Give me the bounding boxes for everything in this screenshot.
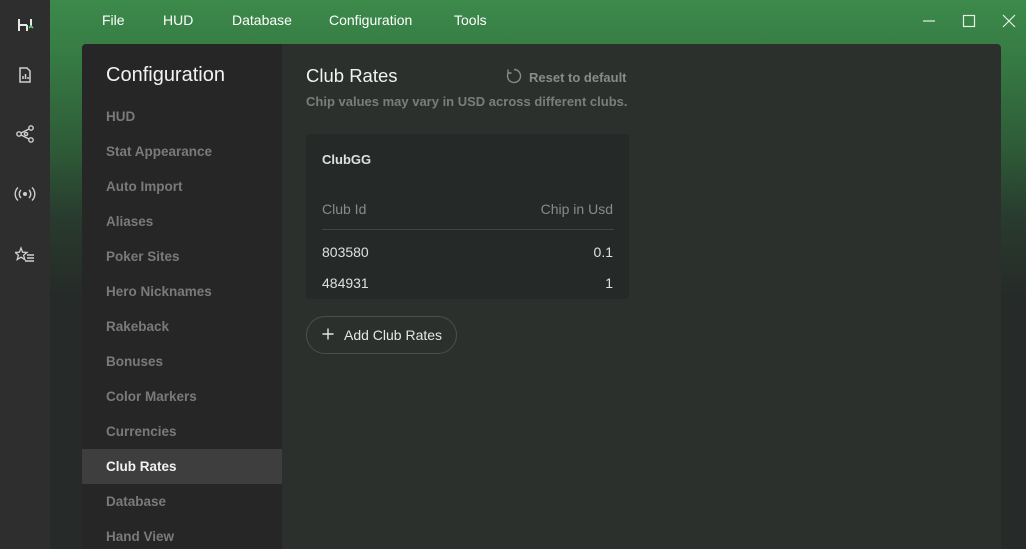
menu-configuration[interactable]: Configuration	[329, 12, 412, 28]
add-club-rates-button[interactable]: Add Club Rates	[306, 316, 457, 354]
sidebar-item-label: Rakeback	[106, 319, 170, 334]
card-title: ClubGG	[322, 152, 372, 167]
menu-file[interactable]: File	[102, 12, 125, 28]
sidebar-item-hud[interactable]: HUD	[82, 99, 282, 134]
page-subtitle: Chip values may vary in USD across diffe…	[306, 94, 628, 109]
club-rates-card: ClubGG Club Id Chip in Usd 803580 0.1 48…	[306, 134, 629, 299]
add-club-rates-label: Add Club Rates	[344, 327, 443, 343]
menu-tools[interactable]: Tools	[454, 12, 487, 28]
reset-icon	[506, 68, 522, 87]
sidebar-title: Configuration	[106, 64, 225, 86]
star-list-icon[interactable]	[10, 240, 40, 270]
sidebar-item-hero-nicknames[interactable]: Hero Nicknames	[82, 274, 282, 309]
sidebar-item-label: Currencies	[106, 424, 177, 439]
sidebar-item-label: Hero Nicknames	[106, 284, 212, 299]
column-header-chip-in-usd: Chip in Usd	[540, 201, 613, 217]
sidebar-item-auto-import[interactable]: Auto Import	[82, 169, 282, 204]
menu-bar: File HUD Database Configuration Tools	[50, 0, 1026, 42]
chip-in-usd-cell: 1	[605, 275, 613, 291]
sidebar-item-label: Hand View	[106, 529, 175, 544]
sidebar-item-label: Stat Appearance	[106, 144, 213, 159]
sidebar-item-rakeback[interactable]: Rakeback	[82, 309, 282, 344]
maximize-icon[interactable]	[958, 10, 980, 32]
icon-rail	[0, 0, 50, 549]
sidebar-item-label: Database	[106, 494, 167, 509]
sidebar-item-label: Auto Import	[106, 179, 183, 194]
sidebar-item-database[interactable]: Database	[82, 484, 282, 519]
sidebar-item-currencies[interactable]: Currencies	[82, 414, 282, 449]
reset-label: Reset to default	[529, 69, 627, 85]
sidebar-item-label: HUD	[106, 109, 136, 124]
sidebar-item-label: Aliases	[106, 214, 154, 229]
plus-icon	[322, 327, 334, 343]
club-id-cell: 803580	[322, 244, 369, 260]
sidebar-item-color-markers[interactable]: Color Markers	[82, 379, 282, 414]
sidebar-item-label: Club Rates	[106, 459, 177, 474]
sidebar-item-club-rates[interactable]: Club Rates	[82, 449, 282, 484]
reset-to-default-button[interactable]: Reset to default	[506, 68, 627, 86]
sidebar-item-stat-appearance[interactable]: Stat Appearance	[82, 134, 282, 169]
sidebar-item-label: Bonuses	[106, 354, 164, 369]
broadcast-icon[interactable]	[10, 179, 40, 209]
club-id-cell: 484931	[322, 275, 369, 291]
configuration-panel: Configuration HUD Stat Appearance Auto I…	[82, 44, 1001, 549]
page-title: Club Rates	[306, 65, 398, 86]
table-divider	[322, 229, 614, 230]
sidebar-item-label: Color Markers	[106, 389, 197, 404]
report-icon[interactable]	[10, 60, 40, 90]
config-sidebar: Configuration HUD Stat Appearance Auto I…	[82, 44, 282, 549]
sidebar-item-label: Poker Sites	[106, 249, 180, 264]
minimize-icon[interactable]	[918, 10, 940, 32]
chip-in-usd-cell: 0.1	[593, 244, 613, 260]
menu-database[interactable]: Database	[232, 12, 292, 28]
logo-icon[interactable]	[10, 10, 40, 40]
sidebar-item-aliases[interactable]: Aliases	[82, 204, 282, 239]
sidebar-item-poker-sites[interactable]: Poker Sites	[82, 239, 282, 274]
column-header-club-id: Club Id	[322, 201, 367, 217]
menu-hud[interactable]: HUD	[163, 12, 193, 28]
close-icon[interactable]	[998, 10, 1020, 32]
sidebar-item-bonuses[interactable]: Bonuses	[82, 344, 282, 379]
share-nodes-icon[interactable]	[10, 119, 40, 149]
sidebar-item-hand-view[interactable]: Hand View	[82, 519, 282, 549]
